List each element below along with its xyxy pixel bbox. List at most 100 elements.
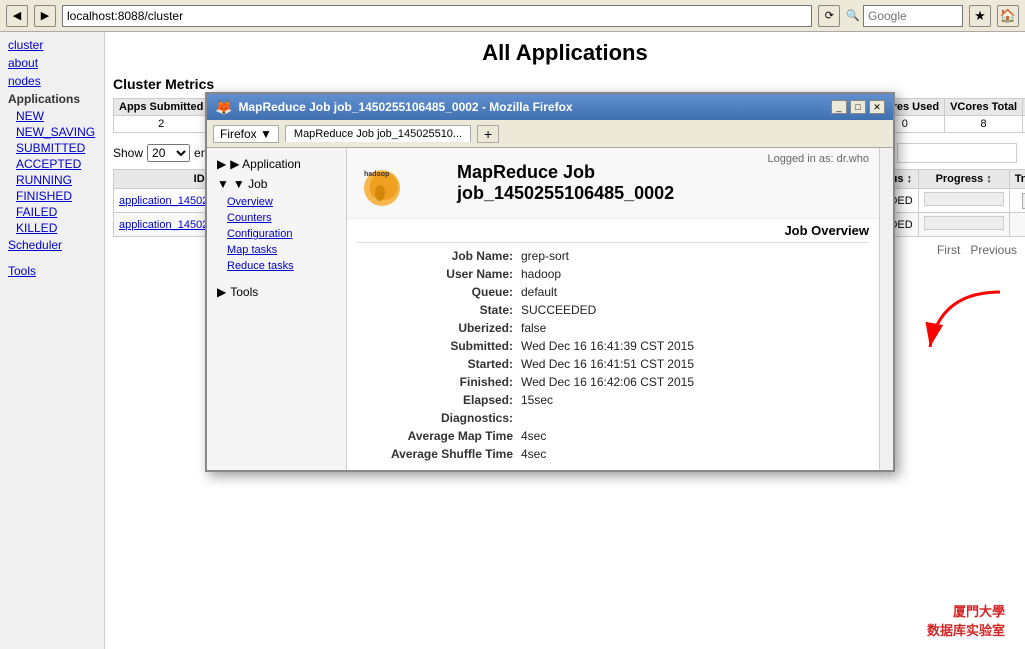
avg-map-value: 4sec — [517, 427, 869, 445]
state-value: SUCCEEDED — [517, 301, 869, 319]
logged-in-text: Logged in as: dr.who — [767, 153, 869, 165]
modal-close-button[interactable]: ✕ — [869, 100, 885, 114]
user-name-value: hadoop — [517, 265, 869, 283]
job-title-line1: MapReduce Job — [457, 162, 674, 183]
avg-map-label: Average Map Time — [357, 427, 517, 445]
search-input[interactable] — [897, 143, 1017, 163]
queue-label: Queue: — [357, 283, 517, 301]
show-label: Show — [113, 146, 143, 160]
overview-row: Job Name: grep-sort — [357, 247, 869, 265]
modal-window: 🦊 MapReduce Job job_1450255106485_0002 -… — [205, 92, 895, 472]
job-name-value: grep-sort — [517, 247, 869, 265]
finished-value: Wed Dec 16 16:42:06 CST 2015 — [517, 373, 869, 391]
content-area: All Applications Cluster Metrics Apps Su… — [105, 32, 1025, 649]
home-button[interactable]: 🏠 — [997, 5, 1019, 27]
sidebar-item-cluster[interactable]: cluster — [0, 36, 104, 54]
cell-tracking[interactable]: History — [1009, 189, 1025, 213]
sidebar-item-scheduler[interactable]: Scheduler — [0, 236, 104, 254]
modal-restore-button[interactable]: □ — [850, 100, 866, 114]
modal-sidebar-application[interactable]: ▶ ▶ Application — [207, 154, 346, 174]
col-vcores-total: VCores Total — [945, 99, 1023, 116]
queue-value: default — [517, 283, 869, 301]
application-expand-icon: ▶ — [217, 157, 226, 171]
modal-sidebar-reduce-tasks[interactable]: Reduce tasks — [207, 258, 346, 274]
modal-content-inner: hadoop MapReduce Job job_1450255106485_0… — [347, 148, 879, 470]
modal-sidebar-configuration[interactable]: Configuration — [207, 226, 346, 242]
overview-section-title: Job Overview — [357, 219, 869, 243]
entries-select[interactable]: 20 50 100 — [147, 144, 190, 162]
watermark-line1: 厦門大學 — [927, 601, 1005, 620]
state-label: State: — [357, 301, 517, 319]
user-name-label: User Name: — [357, 265, 517, 283]
sidebar-item-failed[interactable]: FAILED — [0, 204, 104, 220]
modal-sidebar-map-tasks[interactable]: Map tasks — [207, 242, 346, 258]
watermark-line2: 数据库实验室 — [927, 620, 1005, 639]
sidebar-item-finished[interactable]: FINISHED — [0, 188, 104, 204]
modal-body: ▶ ▶ Application ▼ ▼ Job Overview Counter… — [207, 148, 893, 470]
elapsed-value: 15sec — [517, 391, 869, 409]
sidebar-item-tools[interactable]: Tools — [0, 262, 104, 280]
pagination-prev[interactable]: Previous — [970, 243, 1017, 257]
sidebar-item-about[interactable]: about — [0, 54, 104, 72]
firefox-label: Firefox — [220, 127, 257, 141]
sidebar-section-applications: Applications — [0, 90, 104, 108]
modal-content: hadoop MapReduce Job job_1450255106485_0… — [347, 148, 879, 470]
overview-row: User Name: hadoop — [357, 265, 869, 283]
pagination-first[interactable]: First — [937, 243, 960, 257]
bookmarks-button[interactable]: ★ — [969, 5, 991, 27]
progress-bar — [924, 192, 1004, 206]
overview-row: Diagnostics: — [357, 409, 869, 427]
modal-sidebar-job[interactable]: ▼ ▼ Job — [207, 174, 346, 194]
overview-row: State: SUCCEEDED — [357, 301, 869, 319]
diagnostics-label: Diagnostics: — [357, 409, 517, 427]
refresh-button[interactable]: ⟳ — [818, 5, 840, 27]
sidebar-item-accepted[interactable]: ACCEPTED — [0, 156, 104, 172]
overview-table: Job Name: grep-sort User Name: hadoop Qu… — [357, 247, 869, 463]
modal-titlebar-left: 🦊 MapReduce Job job_1450255106485_0002 -… — [215, 99, 573, 116]
back-button[interactable]: ◀ — [6, 5, 28, 27]
started-value: Wed Dec 16 16:41:51 CST 2015 — [517, 355, 869, 373]
val-apps-submitted: 2 — [114, 116, 209, 133]
modal-tab[interactable]: MapReduce Job job_145025510... — [285, 125, 471, 142]
overview-row: Queue: default — [357, 283, 869, 301]
overview-row: Elapsed: 15sec — [357, 391, 869, 409]
submitted-value: Wed Dec 16 16:41:39 CST 2015 — [517, 337, 869, 355]
overview-row: Finished: Wed Dec 16 16:42:06 CST 2015 — [357, 373, 869, 391]
sidebar-item-new[interactable]: NEW — [0, 108, 104, 124]
overview-row: Average Map Time 4sec — [357, 427, 869, 445]
started-label: Started: — [357, 355, 517, 373]
forward-button[interactable]: ▶ — [34, 5, 56, 27]
cell-tracking[interactable]: History — [1009, 213, 1025, 237]
elapsed-label: Elapsed: — [357, 391, 517, 409]
modal-minimize-button[interactable]: _ — [831, 100, 847, 114]
modal-job-title: MapReduce Job job_1450255106485_0002 — [457, 162, 674, 204]
sidebar-item-nodes[interactable]: nodes — [0, 72, 104, 90]
modal-sidebar-overview[interactable]: Overview — [207, 194, 346, 210]
modal-sidebar-tools[interactable]: ▶ Tools — [207, 282, 346, 302]
progress-bar — [924, 216, 1004, 230]
modal-titlebar: 🦊 MapReduce Job job_1450255106485_0002 -… — [207, 94, 893, 120]
modal-toolbar: Firefox ▼ MapReduce Job job_145025510...… — [207, 120, 893, 148]
modal-window-buttons: _ □ ✕ — [831, 100, 885, 114]
avg-shuffle-label: Average Shuffle Time — [357, 445, 517, 463]
new-tab-button[interactable]: + — [477, 125, 499, 143]
modal-scrollbar[interactable] — [879, 148, 893, 470]
sidebar-item-submitted[interactable]: SUBMITTED — [0, 140, 104, 156]
cell-progress — [918, 213, 1009, 237]
sidebar-item-new-saving[interactable]: NEW_SAVING — [0, 124, 104, 140]
cell-progress — [918, 189, 1009, 213]
sidebar-item-running[interactable]: RUNNING — [0, 172, 104, 188]
address-bar[interactable] — [62, 5, 812, 27]
submitted-label: Submitted: — [357, 337, 517, 355]
modal-sidebar: ▶ ▶ Application ▼ ▼ Job Overview Counter… — [207, 148, 347, 470]
page-title: All Applications — [113, 40, 1017, 66]
sidebar-item-killed[interactable]: KILLED — [0, 220, 104, 236]
overview-row: Submitted: Wed Dec 16 16:41:39 CST 2015 — [357, 337, 869, 355]
modal-sidebar-counters[interactable]: Counters — [207, 210, 346, 226]
col-apps-submitted: Apps Submitted — [114, 99, 209, 116]
job-overview: Job Overview Job Name: grep-sort User Na… — [347, 219, 879, 470]
diagnostics-value — [517, 409, 869, 427]
search-bar[interactable] — [863, 5, 963, 27]
firefox-menu-button[interactable]: Firefox ▼ — [213, 125, 279, 143]
uberized-value: false — [517, 319, 869, 337]
